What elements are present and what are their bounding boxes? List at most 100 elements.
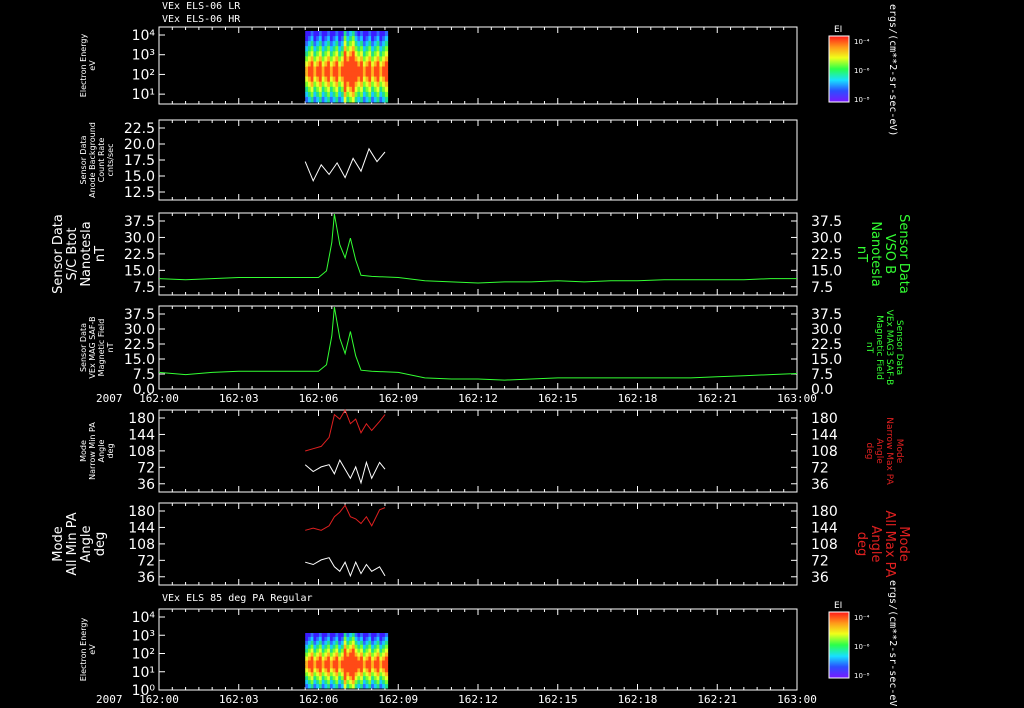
heatmap-cell — [384, 648, 389, 654]
y-tick-label: 10⁴ — [132, 610, 156, 626]
heatmap-cell — [335, 633, 339, 638]
heatmap-cell — [313, 91, 317, 98]
series-line-green — [158, 214, 797, 284]
heatmap-cell — [313, 644, 317, 650]
heatmap-cell — [376, 41, 380, 47]
heatmap-cell — [371, 46, 375, 52]
heatmap-cell — [305, 56, 309, 62]
heatmap-cell — [318, 46, 323, 52]
heatmap-cell — [318, 41, 323, 47]
y-tick-label: 10³ — [132, 628, 155, 644]
heatmap-cell — [318, 31, 323, 37]
x-tick-label: 162:21 — [697, 693, 737, 706]
heatmap-cell — [318, 66, 323, 73]
heatmap-cell — [384, 76, 389, 83]
heatmap-cell — [318, 672, 323, 677]
y-tick-label: 37.5 — [124, 214, 155, 230]
heatmap-cell — [384, 61, 389, 67]
heatmap-cell — [318, 640, 323, 646]
heatmap-cell — [365, 76, 369, 83]
heatmap-cell — [376, 71, 380, 78]
heatmap-cell — [384, 41, 389, 47]
heatmap-cell — [376, 86, 380, 93]
heatmap-cell — [351, 676, 356, 681]
ylabel-line: Angle — [79, 526, 94, 563]
heatmap-cell — [384, 636, 389, 642]
heatmap-cell — [329, 644, 334, 650]
ylabel-right-line: All Max PA — [882, 510, 897, 577]
ylabel-line: Sensor Data — [79, 323, 88, 372]
ylabel-right-line: Sensor Data — [896, 214, 911, 294]
heatmap-cell — [313, 56, 317, 62]
heatmap-cell — [340, 46, 345, 52]
heatmap-cell — [360, 640, 364, 646]
panel-frame — [158, 305, 798, 390]
heatmap-cell — [340, 676, 345, 681]
heatmap-cell — [351, 652, 356, 657]
ylabel-line: Electron Energy — [79, 34, 88, 98]
colorbar-rect — [828, 611, 850, 679]
y-tick-label: 144 — [128, 427, 155, 443]
heatmap-cell — [318, 96, 323, 103]
y-tick-label: 144 — [128, 520, 155, 536]
heatmap-cell — [329, 640, 334, 646]
heatmap-cell — [329, 41, 334, 47]
heatmap-cell — [371, 41, 375, 47]
heatmap-cell — [313, 668, 317, 673]
y-tick-label-right: 108 — [811, 537, 838, 553]
heatmap-cell — [329, 656, 334, 661]
heatmap-cell — [360, 81, 364, 88]
heatmap-cell — [313, 633, 317, 638]
ylabel-line: cnts/sec — [106, 144, 115, 177]
heatmap-cell — [376, 633, 380, 638]
heatmap-cell — [382, 96, 386, 103]
heatmap-cell — [329, 680, 334, 685]
x-tick-label: 162:03 — [219, 693, 259, 706]
series-line-white — [305, 557, 386, 578]
heatmap-cell — [384, 96, 389, 103]
heatmap-cell — [346, 656, 350, 661]
heatmap-cell — [376, 81, 380, 88]
heatmap-cell — [365, 96, 369, 103]
heatmap-cell — [340, 652, 345, 657]
heatmap-cell — [305, 76, 309, 83]
heatmap-cell — [351, 644, 356, 650]
heatmap-cell — [360, 96, 364, 103]
heatmap-cell — [371, 680, 375, 685]
heatmap-cell — [346, 684, 350, 689]
y-tick-label: 36 — [137, 477, 155, 493]
heatmap-cell — [324, 51, 328, 57]
heatmap-cell — [382, 636, 386, 642]
heatmap-cell — [351, 680, 356, 685]
heatmap-cell — [371, 51, 375, 57]
heatmap-cell — [318, 664, 323, 669]
heatmap-cell — [351, 640, 356, 646]
heatmap-cell — [324, 684, 328, 689]
ylabel-right-line: Narrow Max PA — [884, 417, 894, 485]
panel-p4: 37.530.022.515.07.50.037.530.022.515.07.… — [79, 305, 904, 398]
y-tick-label-right: 30.0 — [811, 322, 842, 338]
ylabel-right: Sensor DataVEx MAG3 SAF-BMagnetic Fieldn… — [864, 310, 904, 386]
heatmap-cell — [360, 680, 364, 685]
heatmap-cell — [365, 81, 369, 88]
y-tick-label-right: 108 — [811, 444, 838, 460]
heatmap-cell — [384, 91, 389, 98]
heatmap-cell — [324, 636, 328, 642]
panel-p6: 18014410872361801441087236Mode All Min PA… — [51, 502, 911, 586]
heatmap-cell — [360, 656, 364, 661]
heatmap-cell — [340, 648, 345, 654]
colorbar-tick-label: 10⁻⁸ — [854, 96, 870, 104]
series-line-red — [305, 408, 386, 452]
heatmap-cell — [376, 56, 380, 62]
y-tick-label: 72 — [137, 553, 155, 569]
ylabel-right-line: VEx MAG3 SAF-B — [884, 310, 894, 386]
heatmap-cell — [305, 664, 309, 669]
heatmap-cell — [382, 86, 386, 93]
spectrogram-p7 — [305, 633, 389, 689]
heatmap-cell — [371, 96, 375, 103]
heatmap-cell — [318, 56, 323, 62]
heatmap-cell — [329, 86, 334, 93]
x-tick-label: 162:00 — [139, 392, 179, 405]
heatmap-cell — [365, 672, 369, 677]
heatmap-cell — [335, 656, 339, 661]
